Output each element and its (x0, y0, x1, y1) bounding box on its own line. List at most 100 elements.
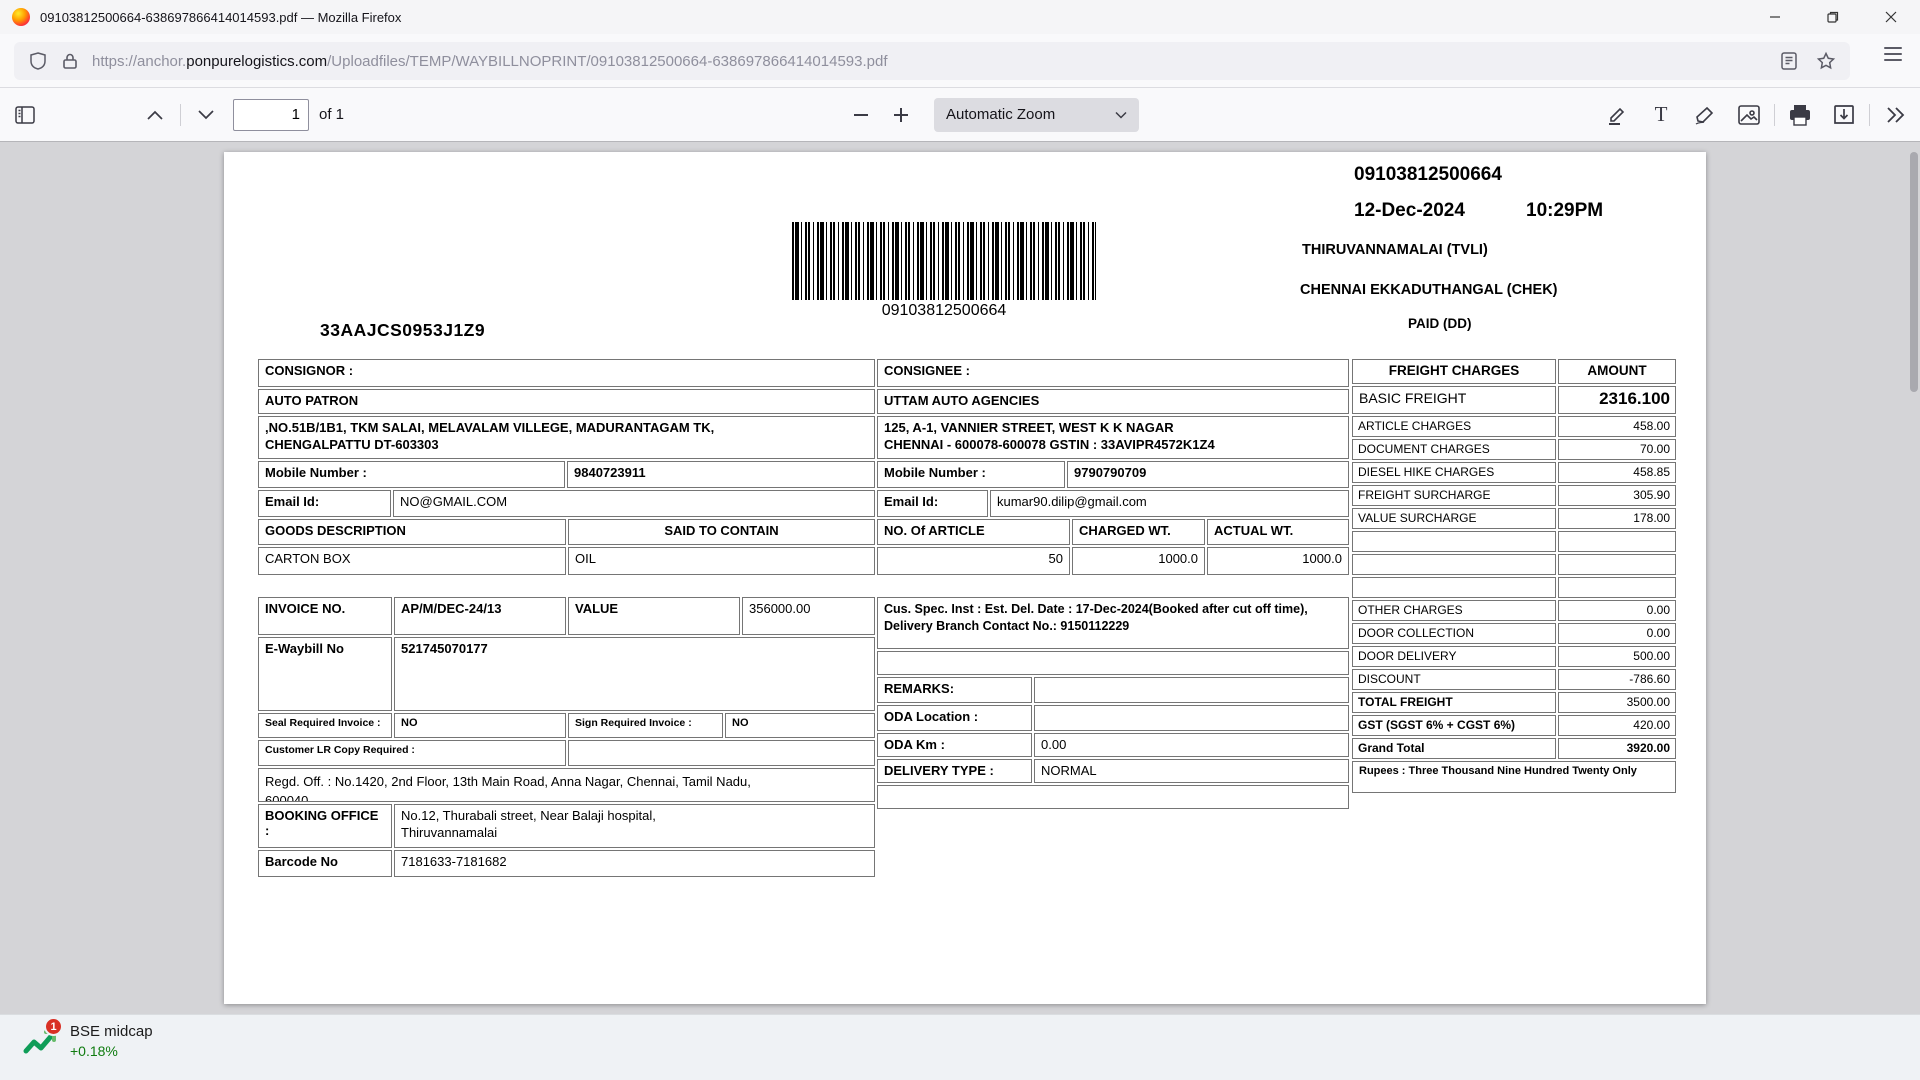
invoice-value-label: VALUE (568, 597, 740, 635)
restore-button[interactable] (1804, 0, 1862, 34)
delivery-type-label: DELIVERY TYPE : (877, 759, 1032, 783)
seal-required-value: NO (394, 713, 566, 738)
download-button[interactable] (1827, 98, 1861, 132)
window-title: 09103812500664-638697866414014593.pdf — … (40, 10, 401, 25)
total-freight-label: TOTAL FREIGHT (1352, 692, 1556, 713)
sign-required-value: NO (725, 713, 875, 738)
more-tools-button[interactable] (1878, 98, 1912, 132)
zoom-in-button[interactable] (884, 98, 918, 132)
oda-km-label: ODA Km : (877, 733, 1032, 757)
delivery-info-table: Cus. Spec. Inst : Est. Del. Date : 17-De… (877, 597, 1349, 811)
text-tool-button[interactable]: T (1644, 98, 1678, 132)
booking-time: 10:29PM (1526, 200, 1603, 222)
ewaybill-no: 521745070177 (394, 637, 875, 711)
page-down-button[interactable] (189, 98, 223, 132)
consignor-name: AUTO PATRON (258, 389, 875, 414)
freight-row-label: DOOR DELIVERY (1352, 646, 1556, 667)
booking-office-label: BOOKING OFFICE : (258, 804, 392, 848)
empty-row (1352, 554, 1556, 575)
barcode-no-label: Barcode No (258, 850, 392, 877)
waybill-number: 09103812500664 (1354, 164, 1502, 186)
consignor-table: CONSIGNOR : AUTO PATRON ,NO.51B/1B1, TKM… (258, 359, 875, 577)
freight-charges-header: FREIGHT CHARGES (1352, 359, 1556, 384)
empty-row (877, 785, 1349, 809)
windows-taskbar: 1 BSE midcap +0.18% Search O W ENG IN (0, 1014, 1920, 1080)
image-tool-button[interactable] (1732, 98, 1766, 132)
gst-number: 33AAJCS0953J1Z9 (320, 320, 485, 341)
minimize-button[interactable] (1746, 0, 1804, 34)
invoice-no-label: INVOICE NO. (258, 597, 392, 635)
widget-index-change: +0.18% (70, 1043, 153, 1059)
goods-description: CARTON BOX (258, 547, 566, 575)
booking-office-address: No.12, Thurabali street, Near Balaji hos… (394, 804, 875, 848)
freight-row-amount: 0.00 (1558, 623, 1676, 644)
lock-icon[interactable] (62, 52, 78, 70)
consignee-email: kumar90.dilip@gmail.com (990, 490, 1349, 517)
origin-branch: THIRUVANNAMALAI (TVLI) (1302, 242, 1488, 258)
customer-special-instructions: Cus. Spec. Inst : Est. Del. Date : 17-De… (877, 597, 1349, 649)
url-domain: ponpurelogistics.com (186, 53, 327, 70)
freight-row-label: DOCUMENT CHARGES (1352, 439, 1556, 460)
destination-branch: CHENNAI EKKADUTHANGAL (CHEK) (1300, 282, 1558, 298)
freight-row-label: VALUE SURCHARGE (1352, 508, 1556, 529)
pdf-viewer-area[interactable]: 09103812500664 12-Dec-2024 10:29PM THIRU… (0, 142, 1920, 1014)
page-up-button[interactable] (138, 98, 172, 132)
address-bar[interactable]: https://anchor.ponpurelogistics.com/Uplo… (14, 42, 1850, 80)
said-to-contain-header: SAID TO CONTAIN (568, 519, 875, 545)
freight-row-label: FREIGHT SURCHARGE (1352, 485, 1556, 506)
widget-notification-badge: 1 (44, 1017, 63, 1036)
chevron-down-icon (1115, 111, 1127, 119)
article-count: 50 (877, 547, 1070, 575)
browser-navbar: https://anchor.ponpurelogistics.com/Uplo… (0, 34, 1920, 88)
zoom-level-select[interactable]: Automatic Zoom (934, 98, 1139, 132)
freight-row-label: DIESEL HIKE CHARGES (1352, 462, 1556, 483)
zoom-out-button[interactable] (844, 98, 878, 132)
oda-km-value: 0.00 (1034, 733, 1349, 757)
seal-required-label: Seal Required Invoice : (258, 713, 392, 738)
freight-row-amount: 458.00 (1558, 416, 1676, 437)
consignor-mobile: 9840723911 (567, 461, 875, 488)
grand-total-amount: 3920.00 (1558, 738, 1676, 759)
customer-lr-copy-value (568, 740, 875, 766)
menu-hamburger-icon[interactable] (1884, 47, 1902, 61)
draw-tool-button[interactable] (1688, 98, 1722, 132)
gst-amount: 420.00 (1558, 715, 1676, 736)
invoice-no: AP/M/DEC-24/13 (394, 597, 566, 635)
close-button[interactable] (1862, 0, 1920, 34)
total-freight-amount: 3500.00 (1558, 692, 1676, 713)
reader-mode-icon[interactable] (1780, 51, 1798, 71)
freight-row-amount: 500.00 (1558, 646, 1676, 667)
oda-location-label: ODA Location : (877, 705, 1032, 731)
consignor-email: NO@GMAIL.COM (393, 490, 875, 517)
freight-row-amount: 70.00 (1558, 439, 1676, 460)
gst-label: GST (SGST 6% + CGST 6%) (1352, 715, 1556, 736)
bookmark-star-icon[interactable] (1816, 51, 1836, 71)
page-number-input[interactable] (233, 99, 309, 131)
firefox-logo-icon (12, 8, 30, 26)
freight-row-label: DISCOUNT (1352, 669, 1556, 690)
weather-stocks-widget[interactable]: 1 BSE midcap +0.18% (22, 1023, 153, 1059)
consignor-header: CONSIGNOR : (258, 359, 875, 387)
pdf-page: 09103812500664 12-Dec-2024 10:29PM THIRU… (224, 152, 1706, 1004)
print-button[interactable] (1783, 98, 1817, 132)
actual-wt: 1000.0 (1207, 547, 1349, 575)
widget-index-name: BSE midcap (70, 1023, 153, 1040)
shield-icon[interactable] (28, 51, 48, 71)
grand-total-label: Grand Total (1352, 738, 1556, 759)
highlight-tool-button[interactable] (1600, 98, 1634, 132)
barcode-number: 09103812500664 (792, 302, 1096, 320)
empty-row (877, 651, 1349, 675)
sidebar-toggle-button[interactable] (8, 98, 42, 132)
consignor-email-label: Email Id: (258, 490, 391, 517)
delivery-type-value: NORMAL (1034, 759, 1349, 783)
amount-in-words: Rupees : Three Thousand Nine Hundred Twe… (1352, 761, 1676, 793)
freight-row-amount: 458.85 (1558, 462, 1676, 483)
vertical-scrollbar[interactable] (1910, 152, 1918, 392)
consignee-header: CONSIGNEE : (877, 359, 1349, 387)
consignee-email-label: Email Id: (877, 490, 988, 517)
actual-wt-header: ACTUAL WT. (1207, 519, 1349, 545)
consignee-name: UTTAM AUTO AGENCIES (877, 389, 1349, 414)
booking-date: 12-Dec-2024 (1354, 200, 1465, 222)
consignee-mobile-label: Mobile Number : (877, 461, 1065, 488)
empty-row (1558, 577, 1676, 598)
